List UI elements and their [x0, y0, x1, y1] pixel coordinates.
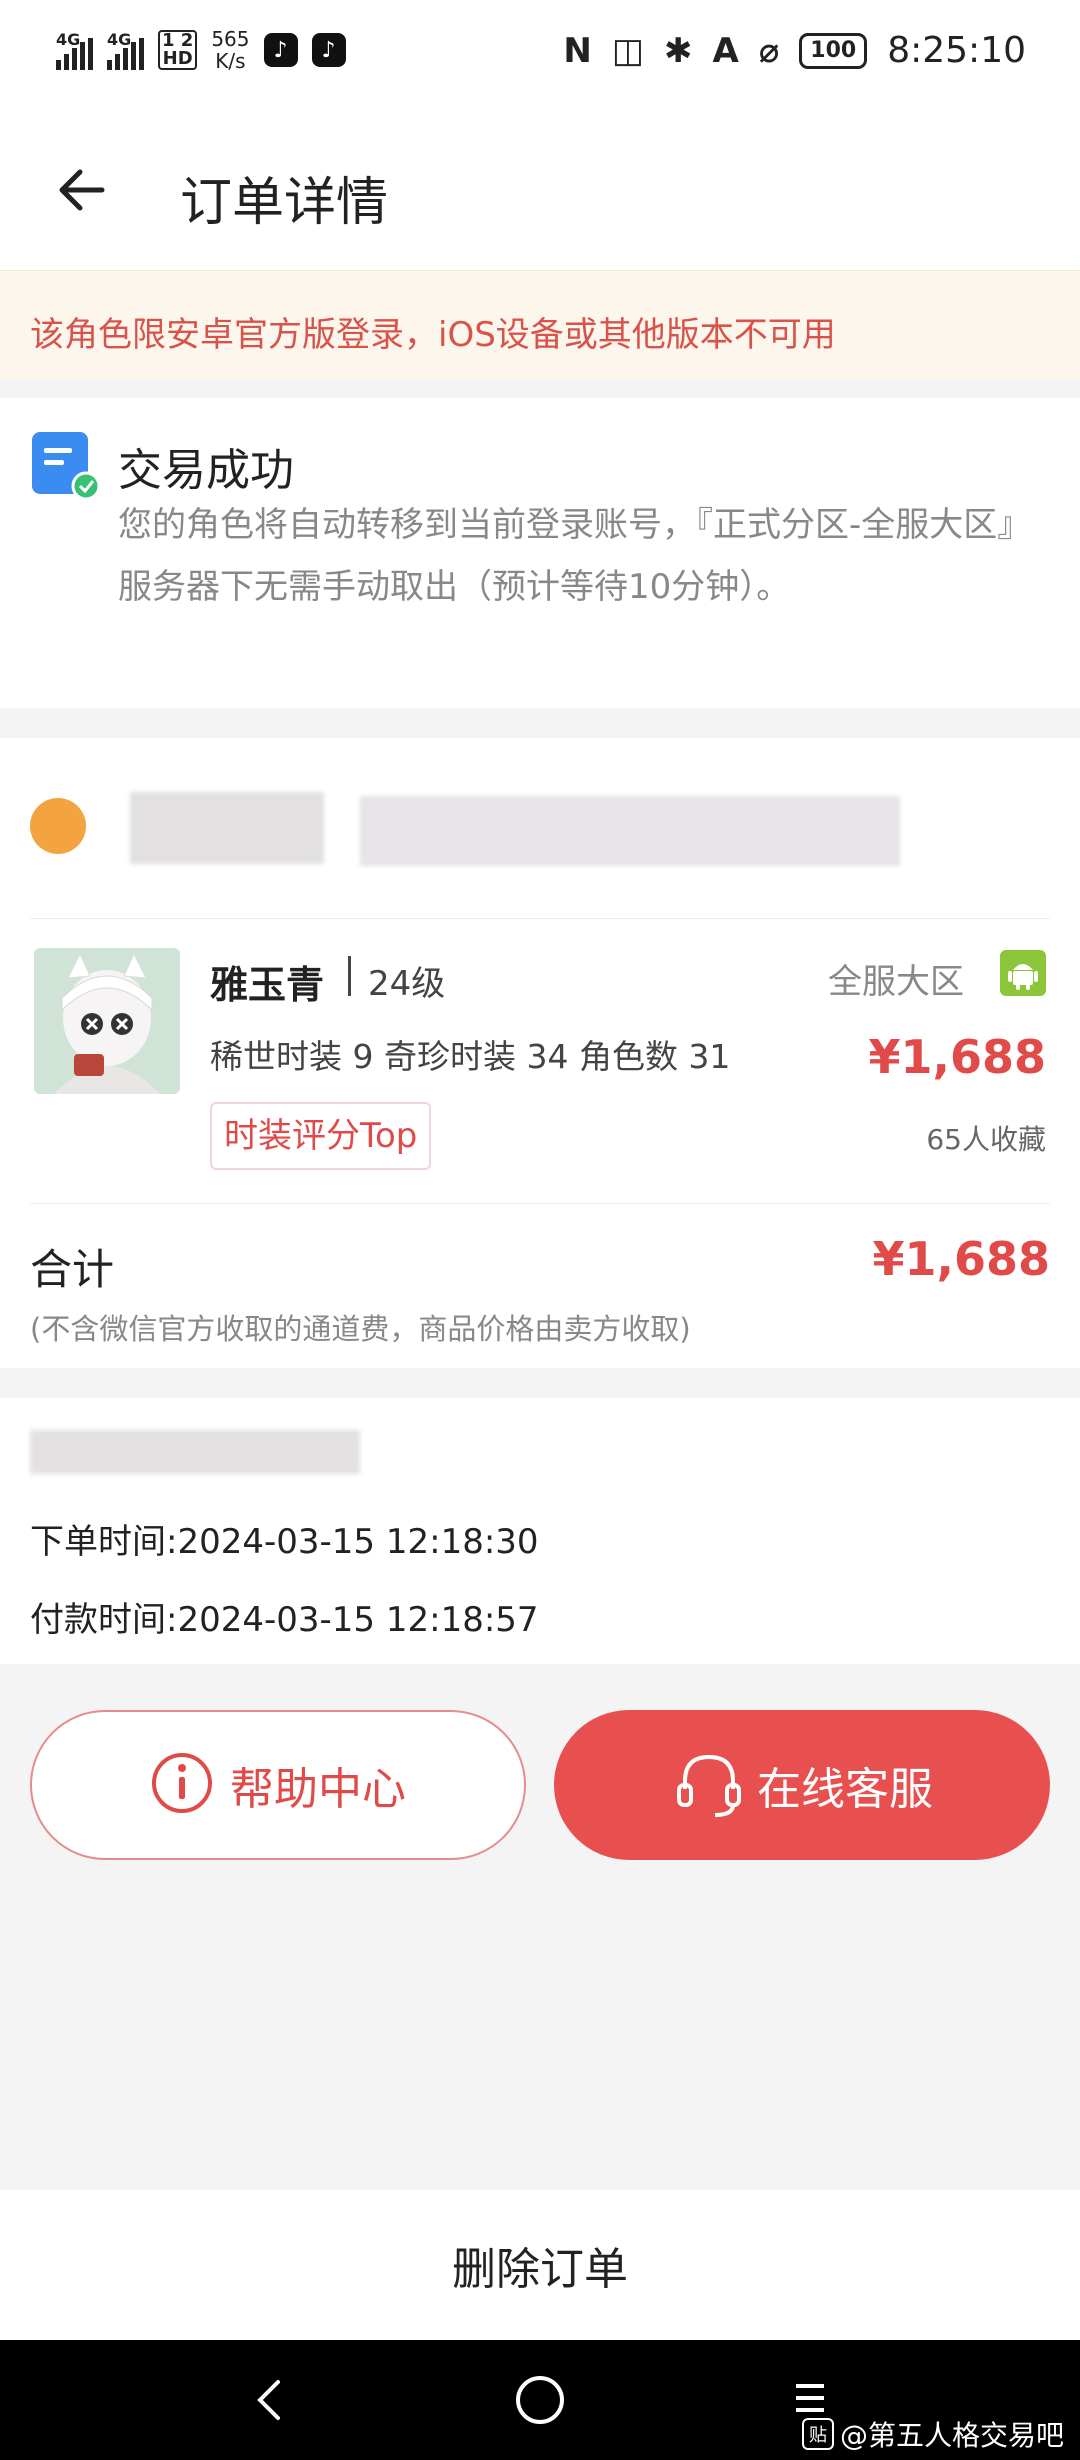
tieba-logo-icon: 贴: [801, 2418, 834, 2450]
divider: [30, 1203, 1050, 1204]
item-price: ¥1,688: [868, 1030, 1046, 1084]
delete-order-button[interactable]: 删除订单: [0, 2190, 1080, 2340]
signal-icon-1: 4G: [56, 30, 93, 70]
total-price: ¥1,688: [872, 1232, 1050, 1286]
notice-text: 该角色限安卓官方版登录，iOS设备或其他版本不可用: [30, 315, 836, 355]
order-info-card: 下单时间:2024-03-15 12:18:30 付款时间:2024-03-15…: [0, 1398, 1080, 1664]
page-title: 订单详情: [180, 173, 389, 233]
redacted-order-number: [30, 1430, 360, 1474]
bluetooth-icon: ✱: [663, 30, 693, 71]
tiktok-icon: ♪: [263, 33, 298, 67]
seller-row[interactable]: [0, 738, 1080, 918]
mute-icon: ⌀: [758, 30, 780, 71]
total-note: (不含微信官方收取的通道费，商品价格由卖方收取): [30, 1312, 691, 1346]
status-bar: 4G 4G 1 2 HD 565 K/s ♪ ♪ N ◫ ✱ A ⌀ 100 8:2…: [0, 0, 1080, 110]
location-icon: A: [712, 30, 739, 71]
system-nav-bar: 贴 @第五人格交易吧: [0, 2340, 1080, 2460]
vibrate-icon: ◫: [611, 30, 644, 71]
favorite-count: 65人收藏: [926, 1123, 1046, 1156]
character-avatar: [34, 948, 180, 1094]
nav-back-icon[interactable]: [246, 2374, 294, 2426]
back-arrow-icon[interactable]: [54, 160, 114, 220]
separator: [348, 956, 351, 996]
rating-tag: 时装评分Top: [210, 1102, 432, 1170]
status-title: 交易成功: [118, 445, 294, 496]
watermark-text: @第五人格交易吧: [839, 2419, 1064, 2452]
status-description: 您的角色将自动转移到当前登录账号，『正式分区-全服大区』服务器下无需手动取出（预…: [118, 505, 1032, 607]
order-success-icon: [30, 430, 101, 501]
battery-icon: 100: [799, 32, 868, 69]
help-center-label: 帮助中心: [230, 1764, 406, 1815]
product-card: 雅玉青 24级 全服大区 稀世时装 9 奇珍时装 34 角色数 31 ¥1,68…: [0, 738, 1080, 1368]
character-level: 24级: [368, 964, 446, 1004]
net-speed: 565 K/s: [211, 27, 250, 73]
signal-icon-2: 4G: [107, 30, 144, 70]
online-service-button[interactable]: 在线客服: [554, 1710, 1050, 1860]
hd-badge: 1 2 HD: [158, 30, 198, 70]
online-service-label: 在线客服: [757, 1764, 933, 1815]
server-name: 全服大区: [828, 962, 964, 1002]
pay-time: 付款时间:2024-03-15 12:18:57: [30, 1600, 539, 1640]
clock: 8:25:10: [887, 30, 1026, 71]
headset-icon: [671, 1745, 747, 1825]
platform-notice: 该角色限安卓官方版登录，iOS设备或其他版本不可用: [0, 270, 1080, 380]
order-time: 下单时间:2024-03-15 12:18:30: [30, 1522, 539, 1562]
order-status-card: 交易成功 您的角色将自动转移到当前登录账号，『正式分区-全服大区』服务器下无需手…: [0, 398, 1080, 708]
shop-icon: [30, 798, 86, 854]
total-label: 合计: [30, 1245, 115, 1294]
divider: [30, 918, 1050, 919]
character-name: 雅玉青: [210, 963, 325, 1007]
app-header: 订单详情: [0, 110, 1080, 270]
watermark: 贴 @第五人格交易吧: [801, 2414, 1064, 2454]
redacted-seller-info: [360, 796, 900, 866]
help-center-button[interactable]: 帮助中心: [30, 1710, 526, 1860]
android-icon: [1000, 950, 1046, 996]
nav-home-icon[interactable]: [516, 2376, 564, 2424]
bottom-action-bar: 删除订单: [0, 2190, 1080, 2340]
redacted-seller-name: [130, 792, 324, 864]
info-icon: [150, 1751, 214, 1819]
nfc-icon: N: [563, 30, 592, 71]
tiktok-icon-2: ♪: [311, 33, 346, 67]
character-stats: 稀世时装 9 奇珍时装 34 角色数 31: [210, 1037, 731, 1076]
